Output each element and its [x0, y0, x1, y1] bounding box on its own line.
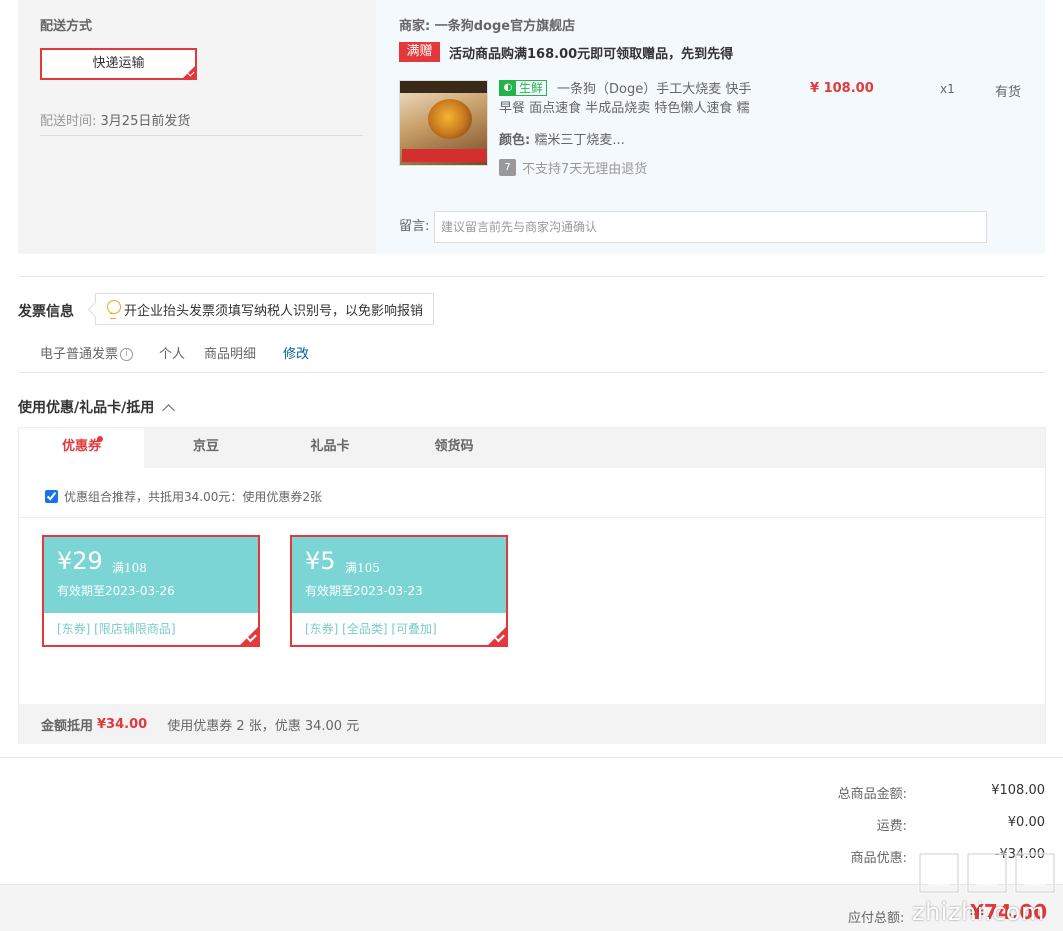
tab-coupons[interactable]: 优惠券	[19, 428, 144, 468]
shipping-method-button[interactable]: 快递运输	[40, 48, 197, 80]
no-return-text: 不支持7天无理由退货	[522, 162, 648, 177]
invoice-type: 电子普通发票 i	[40, 343, 134, 362]
product-quantity: x1	[940, 82, 955, 96]
summary-freight-value: ¥0.00	[1007, 815, 1045, 830]
coupon-card[interactable]: ¥5 满105 有效期至2023-03-23 [东券] [全品类] [可叠加]	[290, 535, 508, 647]
no-return-icon: 7	[499, 159, 516, 176]
tab-jingdou[interactable]: 京豆	[144, 428, 268, 468]
coupon-footer: 金额抵用 ¥34.00 使用优惠券 2 张，优惠 34.00 元	[19, 704, 1045, 744]
notification-dot	[97, 436, 103, 442]
invoice-content: 商品明细	[204, 347, 257, 362]
tab-coupons-label: 优惠券	[61, 439, 101, 454]
combo-checkbox[interactable]	[45, 490, 58, 503]
stock-status: 有货	[995, 85, 1022, 100]
invoice-title-type: 个人	[159, 347, 186, 362]
color-label: 颜色:	[499, 133, 531, 148]
selected-check-icon	[183, 66, 195, 78]
delivery-time-label: 配送时间:	[40, 114, 97, 129]
product-image[interactable]	[399, 80, 488, 166]
coupon-condition: 满105	[345, 561, 380, 575]
summary-total-label: 总商品金额:	[837, 787, 907, 802]
coupon-amount: ¥29	[57, 547, 103, 575]
coupon-card[interactable]: ¥29 满108 有效期至2023-03-26 [东券] [限店铺限商品]	[42, 535, 260, 647]
note-input[interactable]	[434, 211, 987, 243]
selected-check-icon	[488, 627, 506, 645]
coupon-footer-desc: 使用优惠券 2 张，优惠 34.00 元	[167, 718, 360, 734]
summary-freight-label: 运费:	[876, 819, 907, 834]
invoice-type-label: 电子普通发票	[40, 347, 119, 362]
fresh-icon: ◐	[500, 81, 516, 95]
divider	[0, 757, 1063, 758]
fresh-tag-label: 生鲜	[519, 81, 544, 95]
invoice-title: 发票信息	[18, 304, 74, 320]
coupon-tags: [东券] [限店铺限商品]	[57, 622, 176, 636]
shipping-section-label: 配送方式	[40, 19, 93, 34]
chevron-up-icon	[162, 403, 176, 417]
divider	[19, 517, 1045, 518]
selected-check-icon	[240, 627, 258, 645]
combo-text: 优惠组合推荐，共抵用34.00元：使用优惠券2张	[64, 490, 322, 504]
merchant-info: 商家: 一条狗doge官方旗舰店	[399, 15, 575, 34]
divider	[18, 372, 1044, 373]
color-value: 糯米三丁烧麦...	[534, 133, 625, 148]
coupon-tags: [东券] [全品类] [可叠加]	[305, 622, 437, 636]
promo-text: 活动商品购满168.00元即可领取赠品，先到先得	[449, 47, 734, 62]
divider	[40, 135, 363, 136]
shipping-method-label: 快递运输	[92, 56, 145, 71]
tab-gift-card[interactable]: 礼品卡	[268, 428, 392, 468]
invoice-tip-text: 开企业抬头发票须填写纳税人识别号，以免影响报销	[124, 303, 424, 319]
coupon-condition: 满108	[112, 561, 147, 575]
promo-badge: 满赠	[399, 42, 440, 62]
summary-discount-label: 商品优惠:	[850, 851, 907, 866]
invoice-modify-link[interactable]: 修改	[283, 343, 309, 362]
tab-redeem-code[interactable]: 领货码	[392, 428, 516, 468]
merchant-label: 商家:	[399, 19, 431, 34]
delivery-time: 配送时间: 3月25日前发货	[40, 110, 190, 129]
watermark-logo	[918, 852, 1056, 894]
product-price: ¥ 108.00	[810, 81, 874, 96]
fresh-tag: ◐ 生鲜	[499, 80, 548, 96]
invoice-tip: 开企业抬头发票须填写纳税人识别号，以免影响报销	[95, 293, 435, 325]
no-return-notice: 7 不支持7天无理由退货	[499, 158, 647, 177]
combo-recommend[interactable]: 优惠组合推荐，共抵用34.00元：使用优惠券2张	[45, 488, 322, 505]
summary-total-value: ¥108.00	[991, 783, 1045, 798]
coupon-section-title: 使用优惠/礼品卡/抵用	[18, 400, 155, 416]
divider	[18, 276, 1044, 277]
coupon-amount: ¥5	[305, 547, 336, 575]
merchant-name: 一条狗doge官方旗舰店	[434, 19, 576, 34]
payable-label: 应付总额:	[848, 911, 905, 926]
coupon-footer-label: 金额抵用	[41, 718, 94, 734]
watermark-text: zhizhi.com	[912, 898, 1045, 926]
coupon-expiry: 有效期至2023-03-26	[57, 584, 175, 598]
lightbulb-icon	[106, 300, 121, 319]
product-color: 颜色: 糯米三丁烧麦...	[499, 129, 625, 148]
delivery-time-value: 3月25日前发货	[100, 114, 191, 129]
coupon-expiry: 有效期至2023-03-23	[305, 584, 423, 598]
info-icon[interactable]: i	[120, 348, 134, 361]
coupon-section-toggle[interactable]: 使用优惠/礼品卡/抵用	[18, 397, 176, 417]
note-label: 留言:	[399, 219, 430, 234]
coupon-footer-amount: ¥34.00	[97, 716, 148, 732]
